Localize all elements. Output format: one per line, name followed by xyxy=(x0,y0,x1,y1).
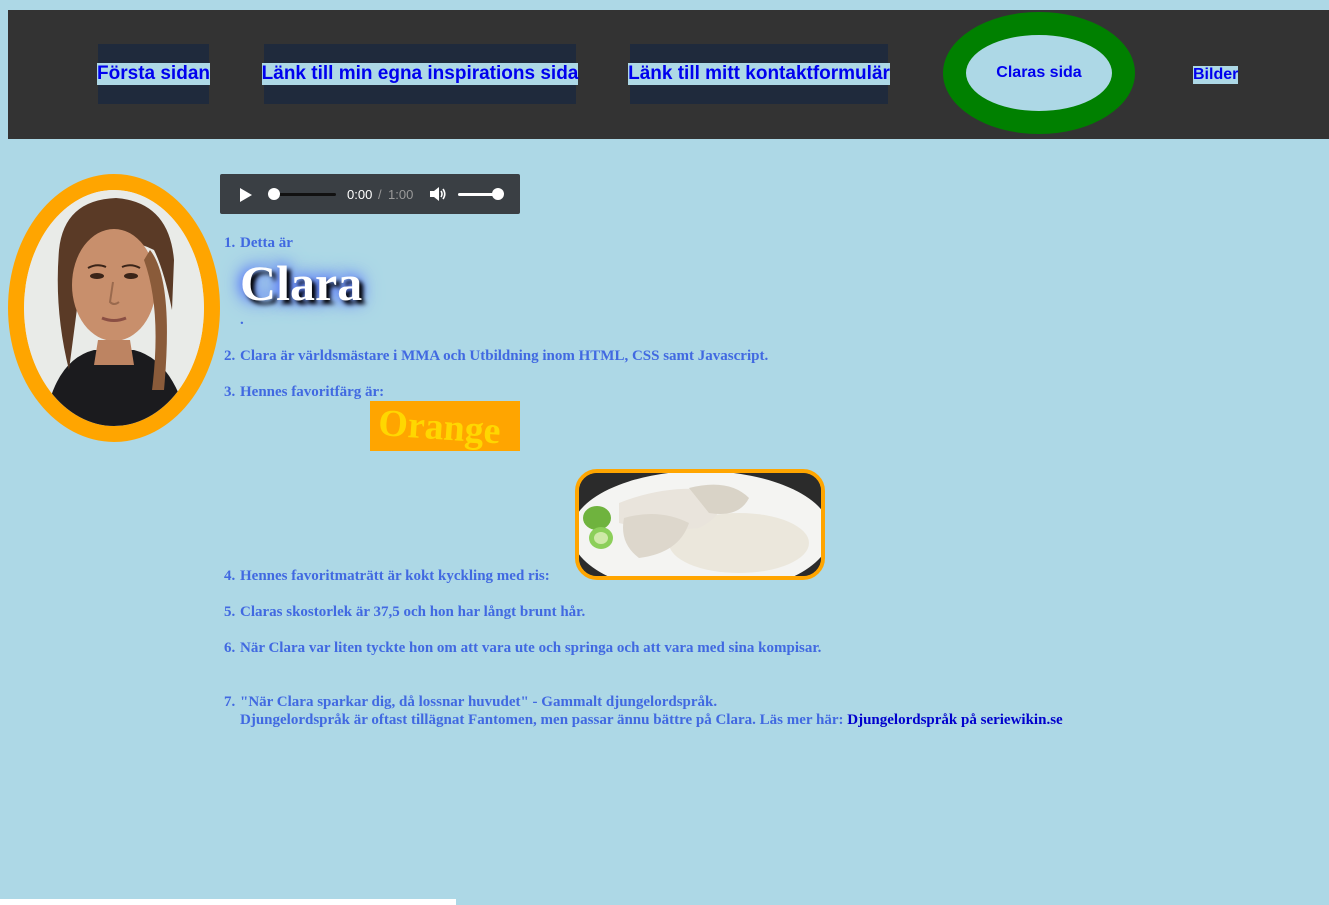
list-item: 7. "När Clara sparkar dig, då lossnar huv… xyxy=(224,694,718,710)
nav-link-kontaktformular[interactable]: Länk till mitt kontaktformulär xyxy=(628,44,890,104)
name-dot: . xyxy=(240,312,244,328)
volume-icon[interactable] xyxy=(429,186,447,207)
list-item: 3. Hennes favoritfärg är: xyxy=(224,384,385,400)
list-item: 1. Detta är xyxy=(224,235,293,251)
nav-link-claras-sida-active[interactable]: Claras sida xyxy=(943,12,1135,134)
total-time: 1:00 xyxy=(388,187,414,202)
audio-player: 0:00 / 1:00 xyxy=(220,174,520,214)
current-time: 0:00 xyxy=(347,187,373,202)
nav-link-forsta-sidan[interactable]: Första sidan xyxy=(97,44,210,104)
nav-link-bilder[interactable]: Bilder xyxy=(1193,66,1239,84)
portrait-illustration xyxy=(24,190,204,426)
volume-slider-thumb[interactable] xyxy=(492,188,504,200)
list-item: 2. Clara är världsmästare i MMA och Utbil… xyxy=(224,348,769,364)
bottom-edge-bar xyxy=(0,899,456,905)
favorite-color-word: Orange xyxy=(377,401,503,451)
list-item-continuation: Djungelordspråk är oftast tillägnat Fant… xyxy=(240,712,1063,728)
nav-link-label: Första sidan xyxy=(97,63,210,85)
top-nav: Första sidan Länk till min egna inspirat… xyxy=(8,10,1329,139)
play-icon[interactable] xyxy=(239,187,253,208)
food-illustration xyxy=(579,473,821,576)
time-separator: / xyxy=(378,187,382,202)
nav-link-label: Länk till mitt kontaktformulär xyxy=(628,63,890,85)
list-item: 5. Claras skostorlek är 37,5 och hon har … xyxy=(224,604,586,620)
progress-thumb[interactable] xyxy=(268,188,280,200)
name-heading: Clara xyxy=(240,255,363,311)
nav-link-inspiration[interactable]: Länk till min egna inspirations sida xyxy=(261,44,579,104)
list-item: 4. Hennes favoritmaträtt är kokt kyckling… xyxy=(224,568,550,584)
nav-link-label: Länk till min egna inspirations sida xyxy=(261,63,579,85)
nav-link-label: Bilder xyxy=(1193,66,1239,84)
seriewikin-link[interactable]: Djungelordspråk på seriewikin.se xyxy=(847,712,1062,728)
list-item: 6. När Clara var liten tyckte hon om att … xyxy=(224,640,822,656)
portrait-image xyxy=(8,174,220,442)
food-image xyxy=(575,469,825,580)
favorite-color-box: Orange xyxy=(370,401,520,451)
